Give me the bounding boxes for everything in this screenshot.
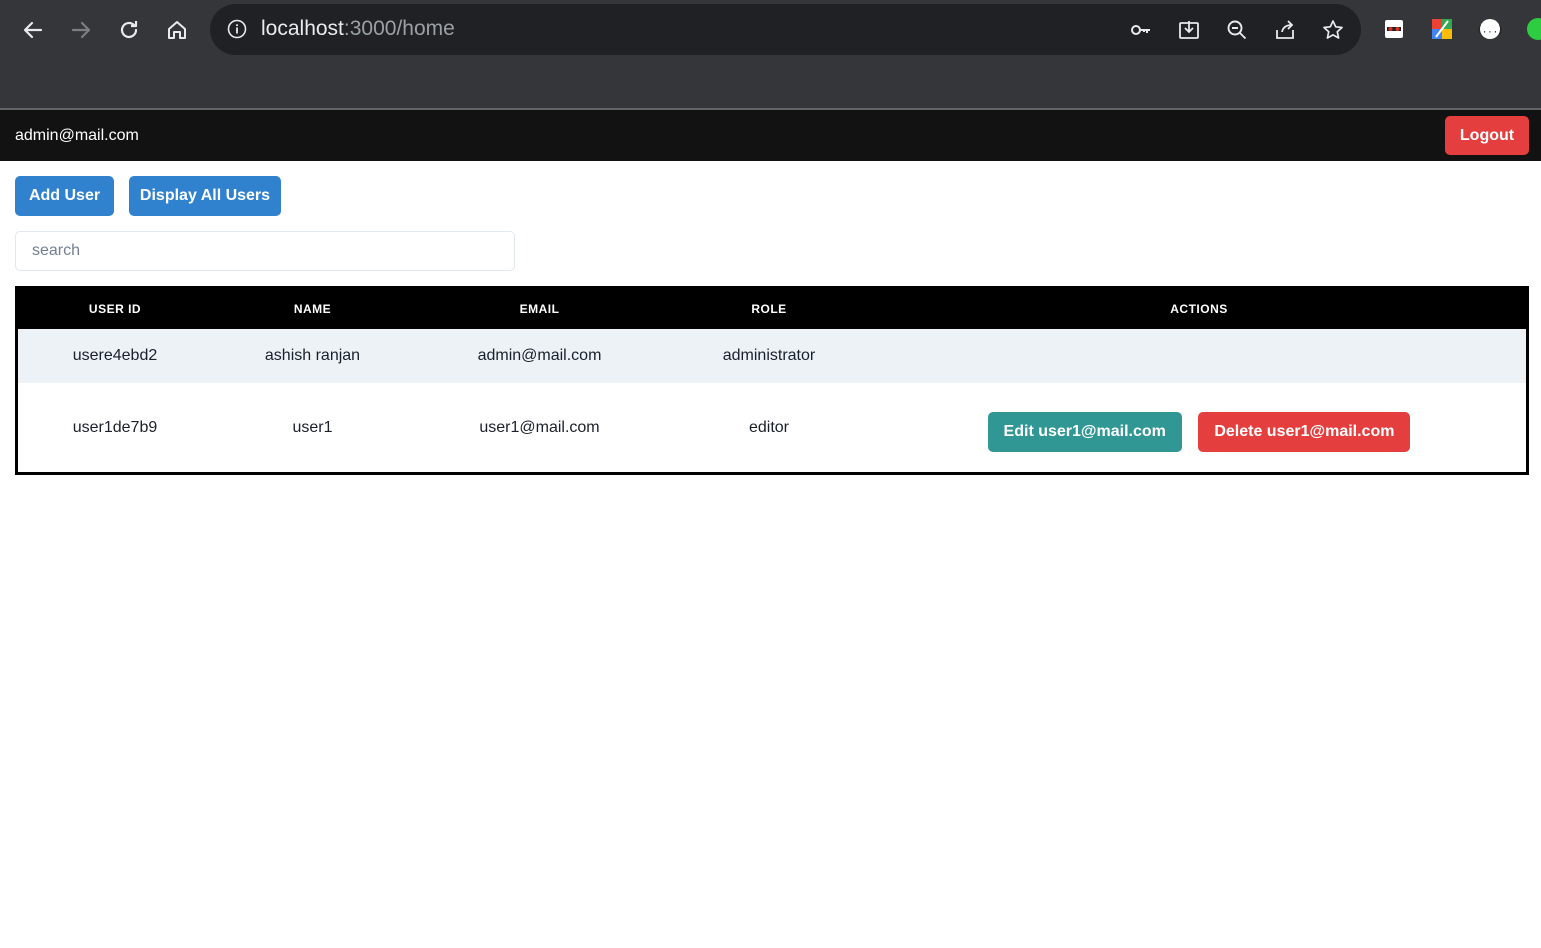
url-host: localhost — [261, 17, 344, 40]
column-header-email: EMAIL — [519, 302, 560, 316]
cell-name: user1 — [292, 418, 333, 436]
current-user-email: admin@mail.com — [15, 127, 139, 144]
install-app-icon[interactable] — [1177, 18, 1201, 42]
add-user-button[interactable]: Add User — [15, 176, 114, 216]
cell-email: user1@mail.com — [479, 418, 600, 436]
column-header-name: NAME — [293, 302, 332, 316]
zoom-out-icon[interactable] — [1225, 18, 1249, 42]
cell-email: admin@mail.com — [477, 347, 602, 364]
cell-user-id: usere4ebd2 — [72, 347, 158, 364]
edit-user-button[interactable]: Edit user1@mail.com — [987, 411, 1182, 452]
home-icon — [168, 21, 186, 39]
column-header-user-id: USER ID — [88, 302, 142, 316]
bookmark-star-icon[interactable] — [1321, 18, 1345, 42]
column-header-actions: ACTIONS — [1170, 302, 1228, 316]
cell-name: ashish ranjan — [264, 347, 361, 364]
table-header-row: USER ID NAME EMAIL ROLE ACTIONS — [18, 289, 1526, 329]
users-table: USER ID NAME EMAIL ROLE ACTIONS usere4eb… — [15, 286, 1529, 475]
delete-user-button[interactable]: Delete user1@mail.com — [1198, 411, 1411, 452]
incognito-extension-icon[interactable] — [1382, 17, 1406, 41]
address-bar[interactable]: localhost:3000/home — [210, 4, 1361, 55]
back-button[interactable] — [15, 12, 51, 48]
reload-icon — [120, 21, 138, 39]
app-header: admin@mail.com Logout — [0, 110, 1541, 161]
cell-actions: Edit user1@mail.com Delete user1@mail.co… — [872, 383, 1526, 472]
home-button[interactable] — [159, 12, 195, 48]
json-extension-icon[interactable]: {...} — [1478, 17, 1502, 41]
info-icon[interactable] — [227, 19, 247, 39]
key-icon[interactable] — [1129, 18, 1153, 42]
cell-role: editor — [748, 418, 790, 436]
back-arrow-icon — [23, 21, 43, 39]
table-row: usere4ebd2 ashish ranjan admin@mail.com … — [18, 329, 1526, 383]
browser-toolbar: localhost:3000/home {...} — [0, 0, 1541, 110]
cell-user-id: user1de7b9 — [72, 418, 158, 436]
color-extension-icon[interactable] — [1430, 17, 1454, 41]
logout-button[interactable]: Logout — [1445, 116, 1529, 155]
table-row: user1de7b9 user1 user1@mail.com editor E… — [18, 383, 1526, 472]
column-header-role: ROLE — [751, 302, 787, 316]
reload-button[interactable] — [111, 12, 147, 48]
green-extension-icon[interactable] — [1526, 17, 1541, 41]
share-icon[interactable] — [1273, 18, 1297, 42]
cell-role: administrator — [722, 347, 816, 364]
forward-button[interactable] — [63, 12, 99, 48]
svg-text:{...}: {...} — [1478, 26, 1502, 36]
cell-actions — [872, 329, 1526, 383]
display-all-users-button[interactable]: Display All Users — [129, 176, 281, 216]
forward-arrow-icon — [71, 21, 91, 39]
search-input[interactable] — [15, 231, 515, 271]
url-text[interactable]: localhost:3000/home — [261, 17, 455, 41]
url-path: :3000/home — [343, 17, 455, 40]
